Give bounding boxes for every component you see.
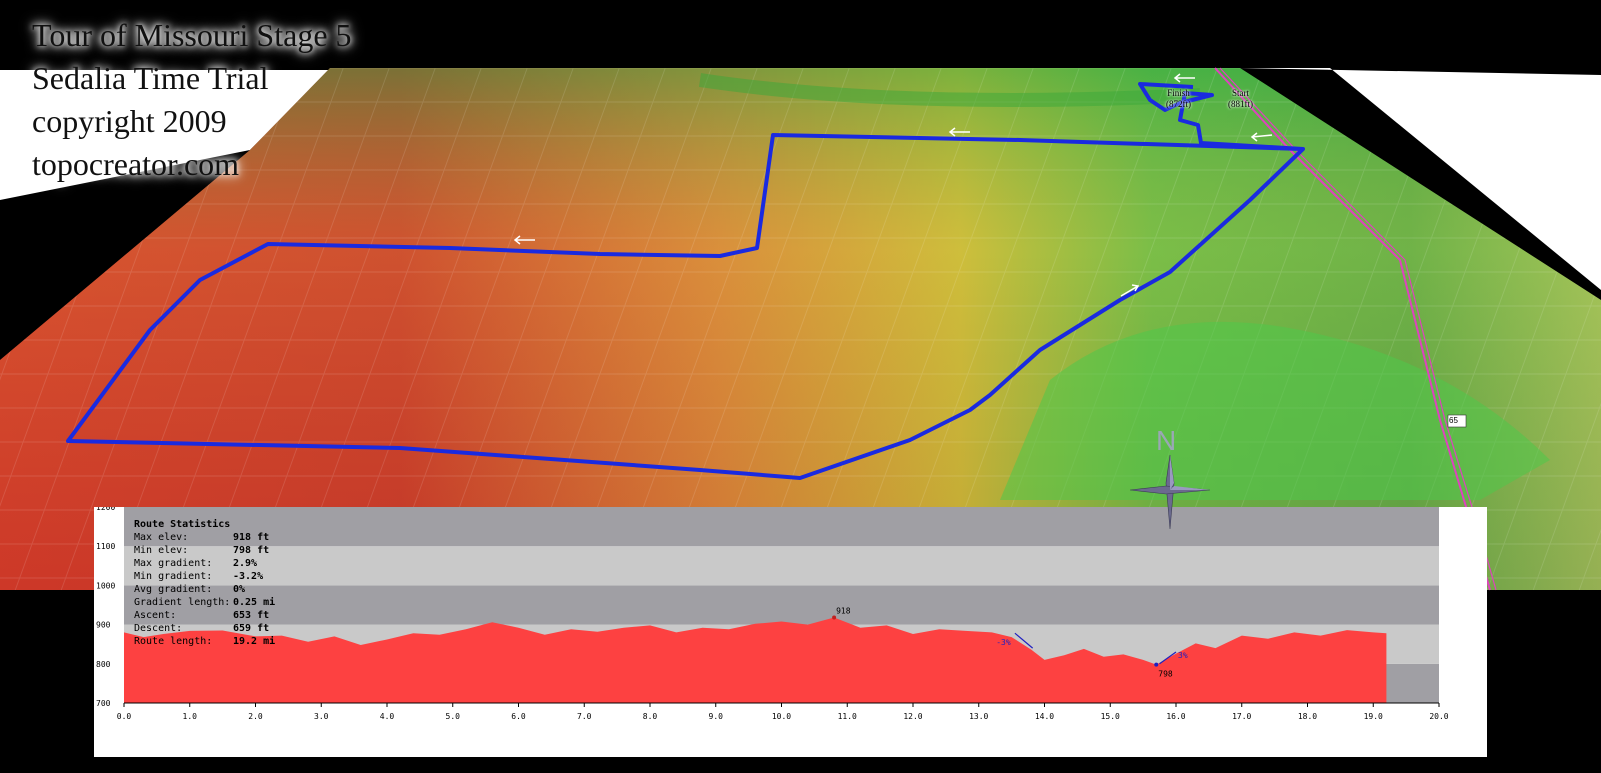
stat-value: 19.2 mi <box>233 636 276 647</box>
route-statistics: Route Statistics Max elev: 918 ft Min ele… <box>134 518 275 648</box>
x-tick-label: 16.0 <box>1166 712 1185 721</box>
stat-row: Gradient length: 0.25 mi <box>134 596 275 609</box>
stat-label: Avg gradient: <box>134 584 213 595</box>
x-tick-label: 10.0 <box>772 712 791 721</box>
x-tick-label: 15.0 <box>1101 712 1120 721</box>
stat-label: Route length: <box>134 636 213 647</box>
profile-annotation: -3% <box>996 638 1011 647</box>
y-tick-label: 700 <box>96 699 111 708</box>
stat-row: Avg gradient: 0% <box>134 583 275 596</box>
title-line-4: topocreator.com <box>32 146 240 182</box>
x-tick-label: 14.0 <box>1035 712 1054 721</box>
stat-row: Ascent: 653 ft <box>134 609 275 622</box>
x-tick-label: 1.0 <box>183 712 198 721</box>
x-tick-label: 2.0 <box>248 712 263 721</box>
elevation-profile-panel: 918 798 -3% 3% 0.0 1.0 2.0 3.0 4.0 5.0 6.0 7.0 8.0 9.… <box>94 507 1487 757</box>
title-line-1: Tour of Missouri Stage 5 <box>32 17 352 53</box>
stat-row: Min elev: 798 ft <box>134 544 275 557</box>
stat-value: 798 ft <box>233 545 270 556</box>
profile-band <box>124 507 1439 547</box>
stat-row: Route length: 19.2 mi <box>134 635 275 648</box>
stat-label: Min gradient: <box>134 571 213 582</box>
y-tick-label: 800 <box>96 660 111 669</box>
x-tick-label: 3.0 <box>314 712 329 721</box>
title-line-3: copyright 2009 <box>32 103 227 139</box>
finish-label-text: Finish <box>1167 88 1190 98</box>
x-tick-label: 19.0 <box>1364 712 1383 721</box>
stat-value: 0.25 mi <box>233 597 276 608</box>
min-elev-marker <box>1154 662 1159 667</box>
stat-label: Max gradient: <box>134 558 213 569</box>
elevation-profile-chart: 918 798 -3% 3% 0.0 1.0 2.0 3.0 4.0 5.0 6.0 7.0 8.0 9.… <box>96 507 1449 721</box>
stat-row: Descent: 659 ft <box>134 622 275 635</box>
compass-north-label: N <box>1156 425 1177 456</box>
x-tick-label: 6.0 <box>511 712 526 721</box>
x-tick-label: 7.0 <box>577 712 592 721</box>
stat-label: Min elev: <box>134 545 189 556</box>
stat-label: Ascent: <box>134 610 177 621</box>
stat-value: 0% <box>233 584 246 595</box>
map-title-block: Tour of Missouri Stage 5 Sedalia Time Tr… <box>32 14 352 186</box>
profile-annotation: 918 <box>836 607 851 616</box>
x-tick-label: 5.0 <box>446 712 461 721</box>
profile-annotation: 798 <box>1158 670 1173 679</box>
y-tick-label: 1200 <box>96 507 115 512</box>
x-tick-label: 18.0 <box>1298 712 1317 721</box>
stat-value: 2.9% <box>233 558 258 569</box>
x-tick-label: 12.0 <box>903 712 922 721</box>
stat-label: Gradient length: <box>134 597 231 608</box>
finish-elevation: (872ft) <box>1166 99 1191 109</box>
profile-annotation: 3% <box>1178 651 1188 660</box>
max-elev-marker <box>832 615 837 620</box>
start-elevation: (881ft) <box>1228 99 1253 109</box>
highway-shield-label: 65 <box>1449 416 1458 425</box>
stat-value: -3.2% <box>233 571 264 582</box>
y-tick-label: 1100 <box>96 542 115 551</box>
x-tick-label: 11.0 <box>838 712 857 721</box>
stat-value: 659 ft <box>233 623 270 634</box>
stat-label: Descent: <box>134 623 183 634</box>
y-tick-label: 1000 <box>96 581 115 590</box>
y-tick-label: 900 <box>96 621 111 630</box>
profile-band <box>124 546 1439 586</box>
x-tick-label: 0.0 <box>117 712 132 721</box>
stat-row: Min gradient: -3.2% <box>134 570 275 583</box>
title-line-2: Sedalia Time Trial <box>32 60 269 96</box>
x-tick-label: 13.0 <box>969 712 988 721</box>
x-tick-label: 8.0 <box>643 712 658 721</box>
route-statistics-heading: Route Statistics <box>134 519 231 530</box>
x-tick-label: 17.0 <box>1232 712 1251 721</box>
stat-value: 653 ft <box>233 610 270 621</box>
stat-label: Max elev: <box>134 532 189 543</box>
finish-label: Finish (872ft) <box>1166 88 1191 110</box>
x-tick-label: 4.0 <box>380 712 395 721</box>
stat-value: 918 ft <box>233 532 270 543</box>
x-tick-label: 9.0 <box>709 712 724 721</box>
start-label-text: Start <box>1232 88 1249 98</box>
stat-row: Max elev: 918 ft <box>134 531 275 544</box>
x-tick-label: 20.0 <box>1429 712 1448 721</box>
start-label: Start (881ft) <box>1228 88 1253 110</box>
profile-band <box>124 585 1439 625</box>
stat-row: Max gradient: 2.9% <box>134 557 275 570</box>
